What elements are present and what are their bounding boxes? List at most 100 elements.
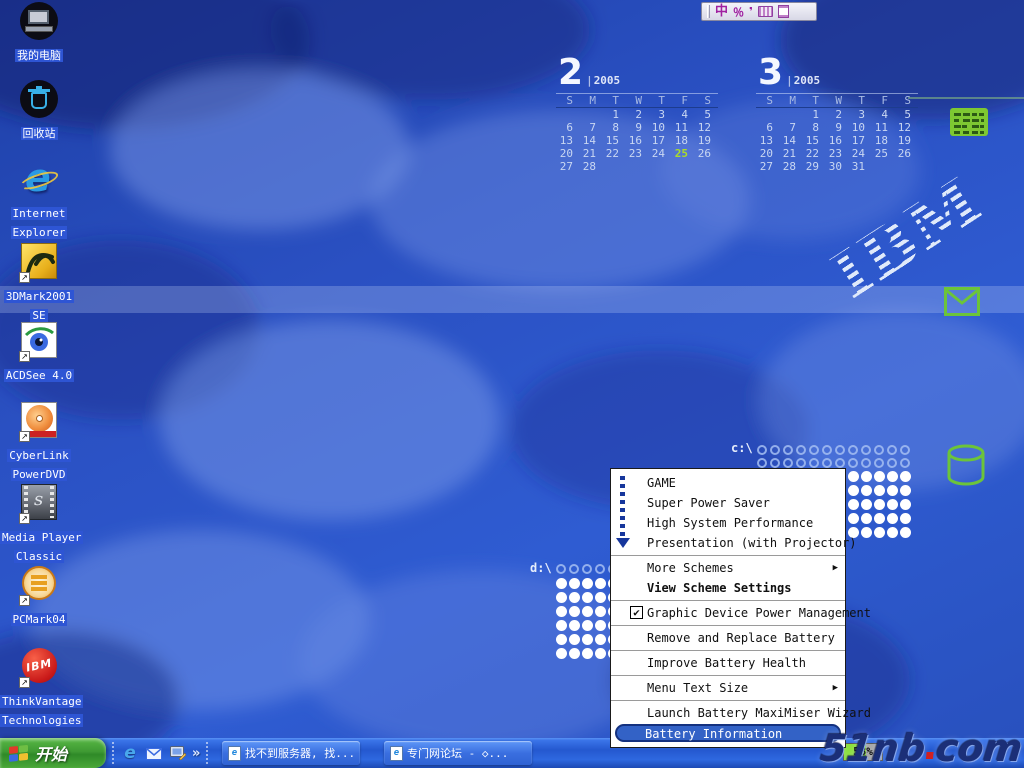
keyboard-icon[interactable] xyxy=(758,6,773,17)
menu-item-battery-information[interactable]: Battery Information xyxy=(615,724,841,742)
envelope-icon xyxy=(944,287,980,316)
outlook-express-icon[interactable] xyxy=(144,743,164,763)
fullwidth-toggle-icon[interactable]: ％ xyxy=(733,4,744,20)
free-space-dot xyxy=(770,445,780,455)
desktop-icon-acdsee-40[interactable]: ↗ACDSee 4.0 xyxy=(0,322,78,383)
label-text: PCMark04 xyxy=(11,613,68,626)
used-space-dot xyxy=(900,485,911,496)
desktop-icon-cyberlink-powerdvd[interactable]: ↗CyberLinkPowerDVD xyxy=(0,402,78,482)
quick-launch-chevron[interactable]: » xyxy=(192,746,200,761)
ime-mode-icon[interactable]: 中 xyxy=(715,5,728,18)
calendar-day: 30 xyxy=(825,160,848,173)
quick-launch-handle[interactable] xyxy=(111,742,115,764)
calendar-day: 3 xyxy=(848,108,871,121)
label-text: Explorer xyxy=(11,226,68,239)
language-bar[interactable]: 中 ％ ❜ xyxy=(701,2,817,21)
menu-item-presentation-with-projector[interactable]: Presentation (with Projector) xyxy=(611,533,845,553)
free-space-dot xyxy=(861,458,871,468)
desktop-icon-pcmark04[interactable]: ↗PCMark04 xyxy=(0,566,78,627)
calendar-day: 11 xyxy=(871,121,894,134)
desktop-icon-recycle-bin[interactable]: 回收站 xyxy=(0,80,78,141)
langbar-menu-icon[interactable] xyxy=(778,5,789,18)
free-space-dot xyxy=(900,458,910,468)
calendar-week-row: 6789101112 xyxy=(556,121,718,134)
calendar-title: 22005 xyxy=(556,52,718,90)
start-button[interactable]: 开始 xyxy=(0,738,106,768)
taskband-handle[interactable] xyxy=(205,742,209,764)
menu-item-more-schemes[interactable]: More Schemes▶ xyxy=(611,558,845,578)
calendar-week-row: 20212223242526 xyxy=(756,147,918,160)
submenu-arrow-icon: ▶ xyxy=(833,558,838,578)
day-header: M xyxy=(779,94,802,107)
menu-item-remove-and-replace-battery[interactable]: Remove and Replace Battery xyxy=(611,628,845,648)
used-space-dot xyxy=(900,513,911,524)
task-button[interactable]: e专门网论坛 - ◇... xyxy=(384,741,532,765)
desktop-icon-internet-explorer[interactable]: eInternetExplorer xyxy=(0,160,78,240)
show-desktop-icon[interactable] xyxy=(168,743,188,763)
free-space-dot xyxy=(887,458,897,468)
menu-item-label: Graphic Device Power Management xyxy=(647,606,871,620)
calendar-day: 24 xyxy=(848,147,871,160)
menu-item-launch-battery-maximiser-wizard[interactable]: Launch Battery MaxiMiser Wizard xyxy=(611,703,845,723)
menu-item-game[interactable]: GAME xyxy=(611,473,845,493)
day-header: T xyxy=(648,94,671,107)
task-button[interactable]: e找不到服务器, 找... xyxy=(222,741,360,765)
desktop-icon-media-player-classic[interactable]: s↗Media PlayerClassic xyxy=(0,484,78,564)
used-space-dot xyxy=(569,578,580,589)
desktop-icon-label: InternetExplorer xyxy=(0,202,78,240)
langbar-grip[interactable] xyxy=(707,5,710,18)
day-header: S xyxy=(694,94,717,107)
calendar-day: 10 xyxy=(648,121,671,134)
free-space-dot xyxy=(822,445,832,455)
punctuation-toggle-icon[interactable]: ❜ xyxy=(749,5,753,18)
day-header: M xyxy=(579,94,602,107)
menu-item-improve-battery-health[interactable]: Improve Battery Health xyxy=(611,653,845,673)
menu-group: GAMESuper Power SaverHigh System Perform… xyxy=(611,471,845,555)
calendar-day: 18 xyxy=(871,134,894,147)
watermark-dot-icon xyxy=(926,752,934,759)
desktop-icon-label-line: Classic xyxy=(0,545,78,564)
calendar-day: 28 xyxy=(779,160,802,173)
calendar-title: 32005 xyxy=(756,52,918,90)
calendar-week-row: 13141516171819 xyxy=(556,134,718,147)
calendar-day xyxy=(602,160,625,173)
calendar-day: 20 xyxy=(756,147,779,160)
shortcut-arrow-icon: ↗ xyxy=(19,272,30,283)
calendar-day: 29 xyxy=(802,160,825,173)
desktop-icon-thinkvantage-technologies[interactable]: IBM↗ThinkVantageTechnologies xyxy=(0,648,78,728)
menu-item-view-scheme-settings[interactable]: View Scheme Settings xyxy=(611,578,845,598)
label-text: Technologies xyxy=(0,714,83,727)
ie-quicklaunch-icon[interactable]: e xyxy=(120,743,140,763)
used-space-dot xyxy=(887,527,898,538)
media-player-classic-icon: s↗ xyxy=(19,484,59,524)
menu-item-label: Remove and Replace Battery xyxy=(647,631,835,645)
free-space-dot xyxy=(757,458,767,468)
free-space-dot xyxy=(848,445,858,455)
quick-launch: e » xyxy=(108,738,212,768)
menu-item-label: Launch Battery MaxiMiser Wizard xyxy=(647,706,871,720)
calendar-day: 21 xyxy=(779,147,802,160)
used-space-dot xyxy=(582,620,593,631)
used-space-dot xyxy=(848,513,859,524)
free-space-dot xyxy=(757,445,767,455)
used-space-dot xyxy=(556,606,567,617)
menu-item-menu-text-size[interactable]: Menu Text Size▶ xyxy=(611,678,845,698)
label-text: Classic xyxy=(14,550,64,563)
3dmark2001-se-icon: ↗ xyxy=(19,243,59,283)
day-header: F xyxy=(871,94,894,107)
calendar-day xyxy=(671,160,694,173)
used-space-dot xyxy=(569,634,580,645)
label-text: 回收站 xyxy=(21,127,58,140)
used-space-dot xyxy=(582,592,593,603)
recycle-bin-icon xyxy=(19,80,59,120)
menu-item-graphic-device-power-management[interactable]: ✔Graphic Device Power Management xyxy=(611,603,845,623)
calendar-day: 14 xyxy=(779,134,802,147)
menu-item-high-system-performance[interactable]: High System Performance xyxy=(611,513,845,533)
desktop-icon-3dmark2001-se[interactable]: ↗ 3DMark2001SE xyxy=(0,243,78,323)
task-button-title: 找不到服务器, 找... xyxy=(245,745,355,761)
desktop-icon-label: 3DMark2001SE xyxy=(0,285,78,323)
used-space-dot xyxy=(595,634,606,645)
calendar-week-row: 12345 xyxy=(756,108,918,121)
menu-item-super-power-saver[interactable]: Super Power Saver xyxy=(611,493,845,513)
desktop-icon-my-computer[interactable]: 我的电脑 xyxy=(0,2,78,63)
